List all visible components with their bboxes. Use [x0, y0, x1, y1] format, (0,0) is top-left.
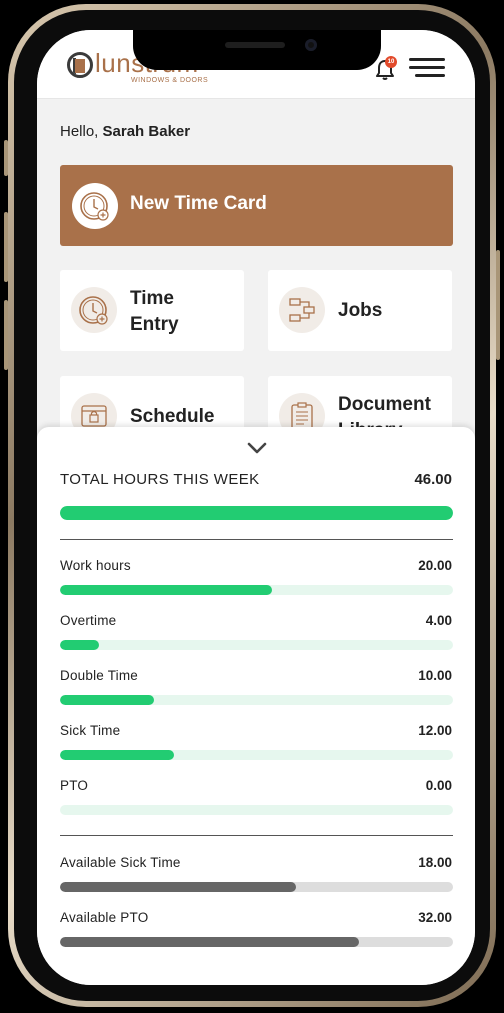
available-pto-value: 32.00 [418, 910, 452, 925]
divider [60, 835, 453, 836]
front-camera [305, 39, 317, 51]
time-entry-label: Time Entry [130, 286, 179, 338]
volume-down-button [4, 300, 8, 370]
total-hours-value: 46.00 [414, 471, 452, 488]
available-pto-label: Available PTO [60, 910, 149, 925]
app-screen: lunstrum WINDOWS & DOORS 10 Hello, Sarah… [37, 30, 475, 985]
flowchart-icon [279, 287, 325, 333]
jobs-tile[interactable]: Jobs [268, 270, 452, 351]
hours-summary-sheet: TOTAL HOURS THIS WEEK 46.00 Work hours 2… [37, 427, 475, 985]
pto-value: 0.00 [425, 778, 452, 793]
sick-time-bar-fill [60, 750, 174, 760]
jobs-label: Jobs [338, 300, 383, 321]
sick-time-value: 12.00 [418, 723, 452, 738]
available-pto-bar-fill [60, 937, 359, 947]
time-entry-label-line2: Entry [130, 314, 179, 335]
available-sick-time-label: Available Sick Time [60, 855, 181, 870]
sick-time-label: Sick Time [60, 723, 121, 738]
work-hours-bar-fill [60, 585, 273, 595]
divider [60, 539, 453, 540]
overtime-bar [60, 640, 453, 650]
user-name: Sarah Baker [102, 123, 191, 140]
notification-badge: 10 [385, 56, 397, 68]
total-hours-bar-fill [60, 506, 453, 520]
power-button [496, 250, 500, 360]
double-time-label: Double Time [60, 668, 138, 683]
overtime-label: Overtime [60, 613, 117, 628]
pto-bar [60, 805, 453, 815]
work-hours-bar [60, 585, 453, 595]
logo-mark-icon [67, 52, 93, 78]
greeting: Hello, Sarah Baker [60, 123, 190, 140]
work-hours-value: 20.00 [418, 558, 452, 573]
overtime-value: 4.00 [425, 613, 452, 628]
speaker [225, 42, 285, 48]
available-sick-time-bar [60, 882, 453, 892]
mute-switch [4, 140, 8, 176]
available-sick-time-bar-fill [60, 882, 296, 892]
available-pto-bar [60, 937, 453, 947]
notch [133, 30, 381, 70]
document-library-label-line1: Document [338, 394, 431, 415]
chevron-down-icon[interactable] [247, 441, 267, 455]
time-entry-label-line1: Time [130, 288, 175, 309]
work-hours-label: Work hours [60, 558, 131, 573]
clock-plus-icon [71, 287, 117, 333]
double-time-bar-fill [60, 695, 155, 705]
sick-time-bar [60, 750, 453, 760]
time-entry-tile[interactable]: Time Entry [60, 270, 244, 351]
new-time-card-label: New Time Card [130, 193, 267, 214]
available-sick-time-value: 18.00 [418, 855, 452, 870]
volume-up-button [4, 212, 8, 282]
logo-subtitle: WINDOWS & DOORS [131, 77, 209, 84]
total-hours-bar [60, 506, 453, 520]
double-time-bar [60, 695, 453, 705]
greeting-prefix: Hello, [60, 123, 103, 140]
pto-label: PTO [60, 778, 89, 793]
total-hours-label: TOTAL HOURS THIS WEEK [60, 471, 260, 488]
new-time-card-button[interactable]: New Time Card [60, 165, 453, 246]
double-time-value: 10.00 [418, 668, 452, 683]
clock-plus-icon [72, 183, 118, 229]
hamburger-menu-icon[interactable] [409, 58, 445, 78]
overtime-bar-fill [60, 640, 100, 650]
